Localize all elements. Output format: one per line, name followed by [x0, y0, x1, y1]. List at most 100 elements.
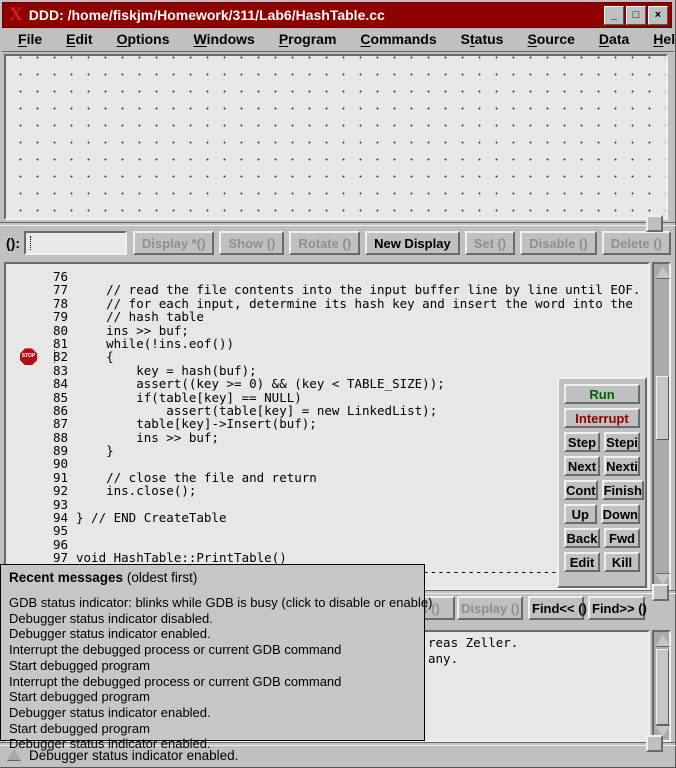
source-line-79[interactable]: 79 // hash table [10, 310, 648, 323]
data-display-canvas[interactable] [4, 54, 668, 220]
line-number[interactable]: 88 [10, 431, 68, 444]
back-button[interactable]: Back [564, 528, 600, 548]
step-button[interactable]: Step [564, 432, 600, 452]
source-line-81[interactable]: 81 while(!ins.eof()) [10, 337, 648, 350]
maximize-button[interactable]: □ [626, 6, 646, 25]
command-tool: Run Interrupt StepStepiNextNexti ContFini… [557, 377, 647, 588]
source-line-92[interactable]: 92 ins.close(); [10, 484, 648, 497]
scrollbar-thumb[interactable] [656, 376, 669, 440]
line-number[interactable]: 95 [10, 524, 68, 537]
menu-status[interactable]: Status [461, 31, 504, 47]
arg-button-new-display[interactable]: New Display [365, 231, 460, 255]
source-line-97[interactable]: 97void HashTable::PrintTable() [10, 551, 648, 564]
source-line-91[interactable]: 91 // close the file and return [10, 471, 648, 484]
source-line-89[interactable]: 89 } [10, 444, 648, 457]
line-number[interactable]: 81 [10, 337, 68, 350]
line-number[interactable]: 90 [10, 457, 68, 470]
menu-data[interactable]: Data [599, 31, 629, 47]
interrupt-button[interactable]: Interrupt [564, 408, 640, 428]
menu-file[interactable]: File [18, 31, 42, 47]
arg-button-rotate[interactable]: Rotate () [289, 231, 360, 255]
source-scrollbar[interactable] [652, 262, 671, 590]
arg-button-disable[interactable]: Disable () [520, 231, 597, 255]
cont-button[interactable]: Cont [564, 480, 598, 500]
source-line-76[interactable]: 76 [10, 270, 648, 283]
line-number[interactable]: 79 [10, 310, 68, 323]
source-line-83[interactable]: 83 key = hash(buf); [10, 364, 648, 377]
arg-button-display[interactable]: Display *() [133, 231, 215, 255]
scroll-up-icon[interactable] [656, 267, 670, 278]
source-line-77[interactable]: 77 // read the file contents into the in… [10, 283, 648, 296]
source-line-85[interactable]: 85 if(table[key] == NULL) [10, 391, 648, 404]
source-line-82[interactable]: STOP82 { [10, 350, 648, 363]
edit-button[interactable]: Edit [564, 552, 600, 572]
close-button[interactable]: × [648, 6, 668, 25]
run-button[interactable]: Run [564, 384, 640, 404]
source-line-86[interactable]: 86 assert(table[key] = new LinkedList); [10, 404, 648, 417]
pane-sash-handle[interactable] [652, 584, 669, 601]
line-number[interactable]: 97 [10, 551, 68, 564]
menu-commands[interactable]: Commands [360, 31, 436, 47]
source-toolbar-button-display[interactable]: Display () [457, 596, 523, 620]
finish-button[interactable]: Finish [602, 480, 644, 500]
menu-edit[interactable]: Edit [66, 31, 92, 47]
line-number[interactable]: 91 [10, 471, 68, 484]
source-toolbar-button-find<<[interactable]: Find<< () [528, 596, 584, 620]
code-text: } [76, 443, 114, 458]
scroll-up-icon[interactable] [656, 635, 670, 646]
menu-windows[interactable]: Windows [193, 31, 254, 47]
line-number[interactable]: 86 [10, 404, 68, 417]
menu-help[interactable]: Help [653, 31, 676, 47]
line-number[interactable]: 82 [10, 350, 68, 363]
line-number[interactable]: 78 [10, 297, 68, 310]
pane-sash-handle[interactable] [646, 215, 663, 232]
line-number[interactable]: 80 [10, 324, 68, 337]
source-line-90[interactable]: 90 [10, 457, 648, 470]
source-line-93[interactable]: 93 [10, 498, 648, 511]
source-toolbar-button-find>>[interactable]: Find>> () [588, 596, 645, 620]
titlebar[interactable]: X DDD: /home/fiskjm/Homework/311/Lab6/Ha… [2, 2, 672, 28]
minimize-button[interactable]: _ [604, 6, 624, 25]
stepi-button[interactable]: Stepi [604, 432, 640, 452]
kill-button[interactable]: Kill [604, 552, 640, 572]
source-line-84[interactable]: 84 assert((key >= 0) && (key < TABLE_SIZ… [10, 377, 648, 390]
up-button[interactable]: Up [564, 504, 597, 524]
popup-message: Start debugged program [9, 658, 416, 674]
next-button[interactable]: Next [564, 456, 600, 476]
arg-button-set[interactable]: Set () [465, 231, 516, 255]
line-number[interactable]: 84 [10, 377, 68, 390]
arg-button-delete[interactable]: Delete () [602, 231, 671, 255]
source-line-87[interactable]: 87 table[key]->Insert(buf); [10, 417, 648, 430]
code-text: ins.close(); [76, 483, 196, 498]
scrollbar-thumb[interactable] [656, 649, 669, 725]
line-number[interactable]: 76 [10, 270, 68, 283]
line-number[interactable]: 77 [10, 283, 68, 296]
line-number[interactable]: 94 [10, 511, 68, 524]
line-number[interactable]: 92 [10, 484, 68, 497]
menu-program[interactable]: Program [279, 31, 337, 47]
menu-options[interactable]: Options [117, 31, 170, 47]
source-line-80[interactable]: 80 ins >> buf; [10, 324, 648, 337]
line-number[interactable]: 87 [10, 417, 68, 430]
pane-sash-handle[interactable] [646, 735, 663, 752]
down-button[interactable]: Down [601, 504, 640, 524]
fwd-button[interactable]: Fwd [604, 528, 640, 548]
line-number[interactable]: 85 [10, 391, 68, 404]
line-number[interactable]: 96 [10, 538, 68, 551]
source-line-95[interactable]: 95 [10, 524, 648, 537]
argument-input[interactable] [24, 231, 127, 255]
source-line-78[interactable]: 78 // for each input, determine its hash… [10, 297, 648, 310]
popup-message: Interrupt the debugged process or curren… [9, 674, 416, 690]
line-number[interactable]: 89 [10, 444, 68, 457]
popup-message: Start debugged program [9, 721, 416, 737]
arg-button-show[interactable]: Show () [219, 231, 284, 255]
line-number[interactable]: 83 [10, 364, 68, 377]
source-line-88[interactable]: 88 ins >> buf; [10, 431, 648, 444]
source-line-94[interactable]: 94} // END CreateTable [10, 511, 648, 524]
nexti-button[interactable]: Nexti [604, 456, 640, 476]
menu-source[interactable]: Source [527, 31, 574, 47]
line-number[interactable]: 93 [10, 498, 68, 511]
console-scrollbar[interactable] [652, 630, 671, 742]
source-line-96[interactable]: 96 [10, 538, 648, 551]
source-view[interactable]: 7677 // read the file contents into the … [4, 262, 650, 590]
